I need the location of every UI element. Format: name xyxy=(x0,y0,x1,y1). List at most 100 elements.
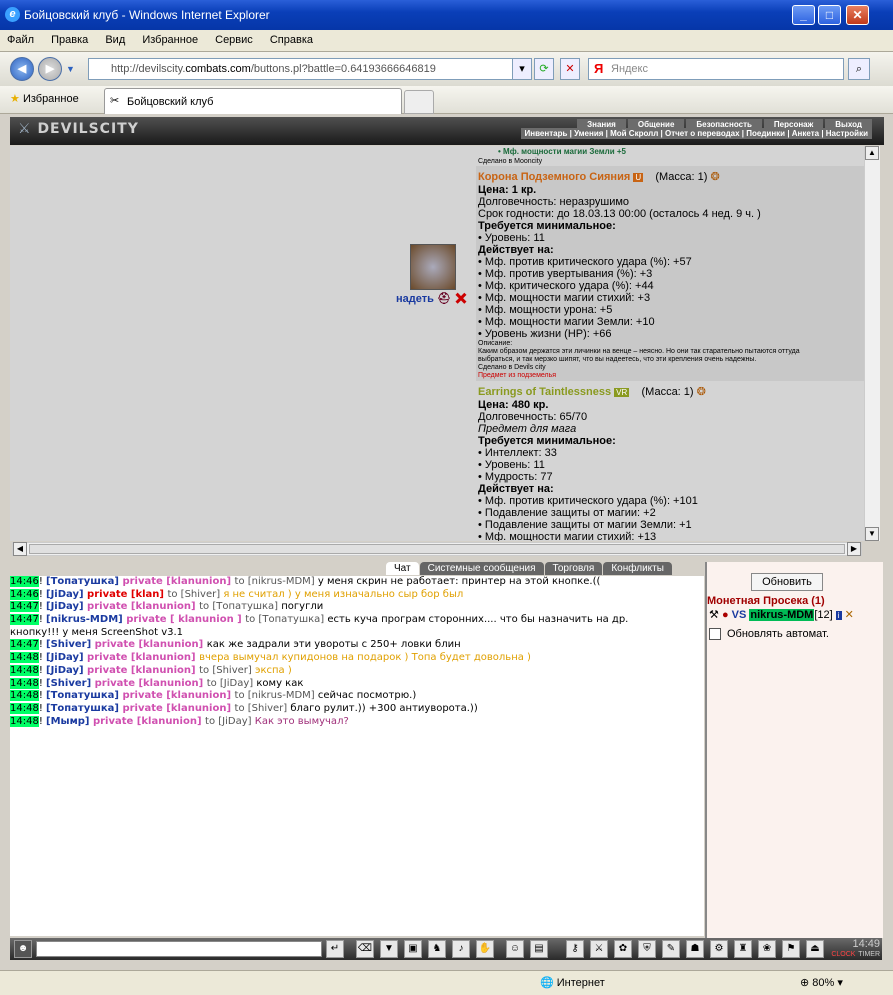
message-private[interactable]: private [klanunion] xyxy=(87,652,199,663)
item-info-icon[interactable]: ❂ xyxy=(697,386,706,398)
auto-refresh-checkbox[interactable]: Обновлять автомат. xyxy=(709,628,829,641)
scroll-down-icon[interactable]: ▼ xyxy=(865,527,879,541)
menu-tools[interactable]: Сервис xyxy=(208,30,260,46)
message-nick[interactable]: [Shiver] xyxy=(46,678,95,689)
user-info-icon[interactable]: i xyxy=(835,611,842,620)
smile-menu-icon[interactable]: ☻ xyxy=(14,940,32,958)
message-private[interactable]: private [klanunion] xyxy=(122,576,234,587)
message-nick[interactable]: [Топатушка] xyxy=(46,576,122,587)
refresh-icon[interactable]: ⟳ xyxy=(534,58,554,80)
message-nick[interactable]: [JiDay] xyxy=(46,601,87,612)
checkbox-icon[interactable] xyxy=(709,628,721,641)
message-time[interactable]: 14:46 xyxy=(10,576,39,587)
forward-button[interactable]: ▶ xyxy=(38,57,62,81)
hand-icon[interactable]: ✋ xyxy=(476,940,494,958)
message-time[interactable]: 14:47 xyxy=(10,614,39,626)
item-info-icon[interactable]: ❂ xyxy=(710,171,719,183)
message-private[interactable]: private [klanunion] xyxy=(87,665,199,676)
sword-icon[interactable]: ⚔ xyxy=(590,940,608,958)
run-icon[interactable]: ♞ xyxy=(428,940,446,958)
message-private[interactable]: private [klanunion] xyxy=(122,690,234,701)
horizontal-scrollbar[interactable]: ◀ ▶ xyxy=(12,542,862,556)
menu-help[interactable]: Справка xyxy=(263,30,320,46)
emoticon-icon[interactable]: ☺ xyxy=(506,940,524,958)
message-private[interactable]: private [klanunion] xyxy=(122,703,234,714)
bag-icon[interactable]: ✿ xyxy=(614,940,632,958)
exit-icon[interactable]: ⏏ xyxy=(806,940,824,958)
message-time[interactable]: 14:48 xyxy=(10,690,39,702)
chat-input[interactable] xyxy=(36,941,322,957)
message-time[interactable]: 14:48 xyxy=(10,715,39,727)
tab-chat[interactable]: Чат xyxy=(386,562,419,575)
message-to[interactable]: to [Shiver] xyxy=(199,665,255,676)
scroll-icon[interactable]: ✎ xyxy=(662,940,680,958)
message-time[interactable]: 14:48 xyxy=(10,664,39,676)
message-nick[interactable]: [JiDay] xyxy=(46,652,87,663)
message-nick[interactable]: [nikrus-MDM] xyxy=(46,614,126,625)
message-time[interactable]: 14:48 xyxy=(10,652,39,664)
message-time[interactable]: 14:48 xyxy=(10,702,39,714)
mask-icon[interactable]: ☗ xyxy=(686,940,704,958)
lock-icon[interactable]: ⚷ xyxy=(566,940,584,958)
message-private[interactable]: private [klan] xyxy=(87,589,167,600)
flower-icon[interactable]: ❀ xyxy=(758,940,776,958)
scroll-left-icon[interactable]: ◀ xyxy=(13,542,27,556)
message-nick[interactable]: [Shiver] xyxy=(46,639,95,650)
history-dropdown-icon[interactable]: ▼ xyxy=(66,64,75,74)
vertical-scrollbar[interactable]: ▲ ▼ xyxy=(864,146,880,541)
message-time[interactable]: 14:47 xyxy=(10,601,39,613)
close-button[interactable]: ✕ xyxy=(846,5,869,25)
message-nick[interactable]: [Топатушка] xyxy=(46,690,122,701)
refresh-button[interactable]: Обновить xyxy=(751,573,823,591)
menu-favorites[interactable]: Избранное xyxy=(135,30,205,46)
online-user[interactable]: ⚒ ● VS nikrus-MDM[12] i ✕ xyxy=(709,608,854,621)
message-to[interactable]: to [JiDay] xyxy=(205,716,255,727)
search-input[interactable]: Я Яндекс xyxy=(588,58,844,80)
zoom-control[interactable]: ⊕ 80% ▾ xyxy=(800,976,843,989)
message-nick[interactable]: [Мымр] xyxy=(46,716,93,727)
message-private[interactable]: private [klanunion] xyxy=(95,639,207,650)
address-dropdown-button[interactable]: ▾ xyxy=(512,58,532,80)
message-private[interactable]: private [klanunion] xyxy=(87,601,199,612)
message-nick[interactable]: [JiDay] xyxy=(46,589,87,600)
flag-icon[interactable]: ⚑ xyxy=(782,940,800,958)
address-input[interactable]: http://devilscity.combats.com/buttons.pl… xyxy=(88,58,528,80)
minimize-button[interactable]: _ xyxy=(792,5,815,25)
item-name[interactable]: Earrings of Taintlessness xyxy=(478,386,611,398)
gear-icon[interactable]: ⚙ xyxy=(710,940,728,958)
tab-system[interactable]: Системные сообщения xyxy=(419,562,544,575)
delete-icon[interactable]: ✖ xyxy=(454,293,468,305)
message-time[interactable]: 14:48 xyxy=(10,677,39,689)
put-on-button[interactable]: надеть ⛑ ✖ xyxy=(396,292,468,305)
message-private[interactable]: private [klanunion] xyxy=(93,716,205,727)
scroll-thumb[interactable] xyxy=(29,544,845,554)
save-icon[interactable]: ▣ xyxy=(404,940,422,958)
tab-conflicts[interactable]: Конфликты xyxy=(603,562,672,575)
crown-icon[interactable] xyxy=(410,244,456,290)
attack-icon[interactable]: ✕ xyxy=(845,609,854,621)
scroll-up-icon[interactable]: ▲ xyxy=(865,146,879,160)
message-private[interactable]: private [klanunion] xyxy=(95,678,207,689)
stop-icon[interactable]: ✕ xyxy=(560,58,580,80)
message-to[interactable]: to [JiDay] xyxy=(207,678,257,689)
game-nav-bottom[interactable]: Инвентарь | Умения | Мой Скролл | Отчет … xyxy=(520,128,872,139)
message-to[interactable]: to [Топатушка] xyxy=(245,614,327,625)
menu-edit[interactable]: Правка xyxy=(44,30,95,46)
message-to[interactable]: to [nikrus-MDM] xyxy=(235,690,318,701)
browser-tab[interactable]: ✂ Бойцовский клуб xyxy=(104,88,402,114)
menu-view[interactable]: Вид xyxy=(98,30,132,46)
message-nick[interactable]: [Топатушка] xyxy=(46,703,122,714)
shield-icon[interactable]: ⛨ xyxy=(638,940,656,958)
message-to[interactable]: to [Топатушка] xyxy=(199,601,281,612)
search-button[interactable]: ⌕ xyxy=(848,58,870,80)
clear-icon[interactable]: ⌫ xyxy=(356,940,374,958)
item-name[interactable]: Корона Подземного Сияния xyxy=(478,171,630,183)
image-icon[interactable]: ▤ xyxy=(530,940,548,958)
tab-trade[interactable]: Торговля xyxy=(544,562,603,575)
message-to[interactable]: to [Shiver] xyxy=(235,703,291,714)
message-to[interactable]: to [Shiver] xyxy=(167,589,223,600)
back-button[interactable]: ◀ xyxy=(10,57,34,81)
message-time[interactable]: 14:46 xyxy=(10,588,39,600)
message-time[interactable]: 14:47 xyxy=(10,639,39,651)
send-icon[interactable]: ↵ xyxy=(326,940,344,958)
